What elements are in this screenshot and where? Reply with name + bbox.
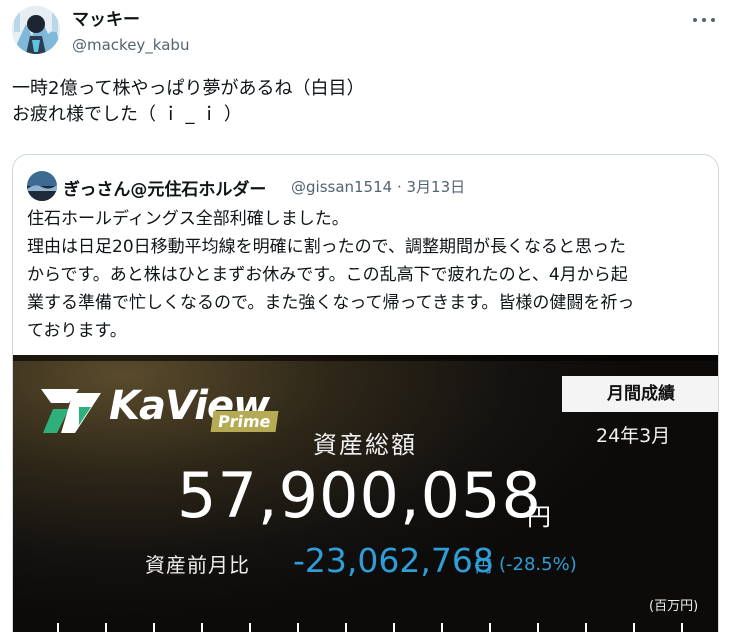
axis-tick bbox=[441, 623, 443, 632]
total-assets-unit: 円 bbox=[527, 503, 551, 531]
axis-tick bbox=[537, 623, 539, 632]
axis-tick bbox=[345, 623, 347, 632]
tweet-header: マッキー @mackey_kabu bbox=[12, 6, 717, 58]
quoted-meta: @gissan1514 · 3月13日 bbox=[291, 178, 466, 196]
report-month: 24年3月 bbox=[596, 425, 671, 447]
total-assets-amount: 57,900,058 bbox=[177, 459, 542, 532]
quoted-tweet-card[interactable]: ぎっさん@元住石ホルダー @gissan1514 · 3月13日 住石ホールディ… bbox=[12, 154, 719, 632]
avatar[interactable] bbox=[12, 6, 60, 54]
quoted-text-line: 住石ホールディングス全部利確しました。 bbox=[27, 209, 349, 229]
axis-tick bbox=[153, 623, 155, 632]
kaview-logo: KaView Prime bbox=[39, 381, 289, 441]
axis-tick bbox=[249, 623, 251, 632]
quoted-tweet-text: 住石ホールディングス全部利確しました。 理由は日足20日移動平均線を明確に割った… bbox=[27, 205, 707, 345]
month-over-month-amount: -23,062,768 bbox=[293, 541, 494, 580]
axis-tick bbox=[489, 623, 491, 632]
axis-tick bbox=[201, 623, 203, 632]
axis-tick bbox=[105, 623, 107, 632]
avatar-illustration-icon bbox=[12, 6, 60, 54]
more-options-button[interactable] bbox=[691, 12, 717, 28]
axis-tick bbox=[585, 623, 587, 632]
chart-axis-unit: (百万円) bbox=[649, 599, 699, 614]
total-assets-label: 資産総額 bbox=[313, 431, 417, 459]
logo-prime-tag: Prime bbox=[210, 411, 279, 432]
kaview-logo-mark-icon bbox=[41, 389, 101, 433]
quoted-text-line: ております。 bbox=[27, 321, 127, 341]
quoted-avatar bbox=[27, 171, 57, 201]
axis-tick bbox=[681, 623, 683, 632]
month-over-month-unit: 円 bbox=[475, 557, 492, 577]
quoted-media-image[interactable]: KaView Prime 月間成績 24年3月 資産総額 57,900,058 … bbox=[13, 355, 718, 632]
month-over-month-label: 資産前月比 bbox=[145, 553, 250, 577]
chart-axis-ticks bbox=[13, 617, 718, 632]
monthly-results-badge: 月間成績 bbox=[562, 376, 718, 412]
user-handle[interactable]: @mackey_kabu bbox=[72, 34, 189, 56]
tweet-text-line: 一時2億って株やっぱり夢があるね（白目） bbox=[12, 78, 365, 99]
tweet-text-line: お疲れ様でした（ ｉ _ ｉ ） bbox=[12, 104, 242, 125]
display-name[interactable]: マッキー bbox=[72, 9, 189, 31]
quoted-text-line: 理由は日足20日移動平均線を明確に割ったので、調整期間が長くなると思った bbox=[27, 237, 626, 257]
more-dot bbox=[711, 18, 715, 22]
axis-tick bbox=[633, 623, 635, 632]
quoted-text-line: 業する準備で忙しくなるので。また強くなって帰ってきます。皆様の健闘を祈っ bbox=[27, 293, 635, 313]
quoted-display-name[interactable]: ぎっさん@元住石ホルダー bbox=[63, 175, 266, 200]
axis-tick bbox=[57, 623, 59, 632]
author-names: マッキー @mackey_kabu bbox=[72, 9, 189, 56]
axis-tick bbox=[393, 623, 395, 632]
more-dot bbox=[702, 18, 706, 22]
more-horizontal-icon bbox=[693, 18, 697, 22]
month-over-month-percent: (-28.5%) bbox=[499, 554, 577, 575]
quoted-text-line: からです。あと株はひとまずお休みです。この乱高下で疲れたのと、4月から起 bbox=[27, 265, 628, 285]
axis-tick bbox=[297, 623, 299, 632]
quoted-avatar-icon bbox=[27, 171, 57, 201]
tweet-text: 一時2億って株やっぱり夢があるね（白目） お疲れ様でした（ ｉ _ ｉ ） bbox=[12, 76, 717, 128]
